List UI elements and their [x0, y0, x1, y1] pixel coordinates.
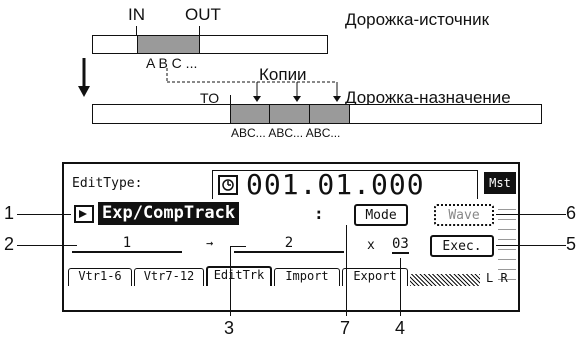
- tab-vtr1-6[interactable]: Vtr1-6: [68, 268, 132, 286]
- source-track-value[interactable]: 1: [72, 235, 182, 253]
- mst-badge: Mst: [484, 172, 516, 194]
- function-icon: [74, 205, 94, 223]
- dest-track-bar: [92, 104, 542, 124]
- exec-button[interactable]: Exec.: [430, 235, 494, 257]
- out-label: OUT: [185, 5, 221, 24]
- copy-segment-2: [270, 105, 310, 123]
- callout-4: 4: [395, 318, 406, 338]
- callout-7: 7: [340, 318, 351, 338]
- tab-export[interactable]: Export: [342, 268, 408, 286]
- tab-import[interactable]: Import: [274, 268, 340, 286]
- dest-track-value[interactable]: 2: [234, 235, 344, 253]
- tab-hatch-fill: [410, 274, 480, 286]
- function-name[interactable]: Exp/CompTrack: [98, 202, 240, 225]
- callout-2: 2: [4, 234, 15, 254]
- lcd-screen: EditType: 001.01.000 Mst Exp/CompTrack :…: [62, 162, 520, 312]
- callout-3: 3: [224, 318, 235, 338]
- in-label: IN: [128, 5, 145, 24]
- source-track-label: Дорожка-источник: [345, 10, 490, 29]
- source-track-bar: [92, 35, 328, 54]
- wave-button[interactable]: Wave: [434, 204, 494, 226]
- lr-label: L R: [486, 271, 508, 285]
- arrow-symbol: →: [206, 236, 214, 250]
- copies-label: Копии: [259, 65, 307, 84]
- copy-count-value[interactable]: 03: [392, 236, 409, 254]
- edit-type-label: EditType:: [72, 176, 143, 191]
- source-selected-range: [137, 36, 200, 53]
- copies-abc-label: ABC... ABC... ABC...: [231, 126, 341, 140]
- callout-6: 6: [566, 203, 577, 223]
- tab-edittrk[interactable]: EditTrk: [206, 266, 272, 286]
- clock-icon: [218, 175, 238, 195]
- down-arrow-icon: [78, 58, 90, 97]
- mode-button[interactable]: Mode: [354, 204, 408, 226]
- function-colon: :: [314, 204, 324, 223]
- tab-bar: Vtr1-6 Vtr7-12 EditTrk Import Export L R: [64, 266, 518, 286]
- callout-5: 5: [566, 234, 577, 254]
- time-value: 001.01.000: [246, 168, 425, 201]
- copy-segment-3: [310, 105, 350, 123]
- times-symbol: x: [367, 238, 375, 253]
- copy-segment-1: [230, 105, 270, 123]
- tab-vtr7-12[interactable]: Vtr7-12: [134, 268, 204, 286]
- callout-1: 1: [4, 203, 15, 223]
